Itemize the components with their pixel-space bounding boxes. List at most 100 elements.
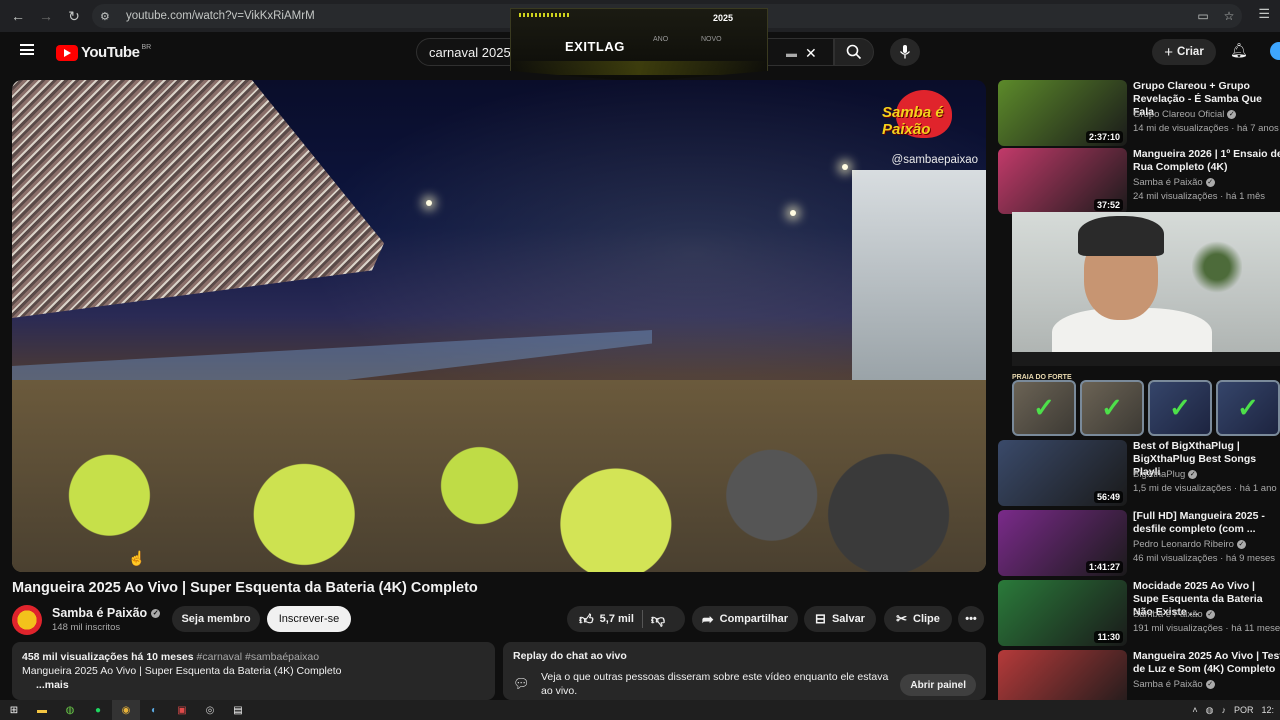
tray-chevron-icon[interactable]: ˄	[1192, 705, 1197, 715]
recommendation-item[interactable]: 2:37:10 Grupo Clareou + Grupo Revelação -…	[998, 80, 1280, 146]
steam-icon[interactable]: ◐	[140, 700, 168, 720]
verified-badge-icon: ✓	[151, 608, 161, 618]
recommendation-meta: 1,5 mi de visualizações · há 1 ano	[1133, 483, 1277, 494]
channel-name[interactable]: Samba é Paixão	[52, 606, 147, 620]
banner-word-left: ANO	[653, 36, 669, 43]
recommendation-channel[interactable]: Samba é Paixão ✓	[1133, 177, 1215, 188]
plus-icon: +	[1164, 43, 1173, 61]
banner-word-right: NOVO	[701, 36, 722, 43]
video-thumbnail[interactable]: 37:52	[998, 148, 1127, 214]
chrome-icon[interactable]: ◉	[112, 700, 140, 720]
recommendation-title[interactable]: Mangueira 2026 | 1º Ensaio de Rua Comple…	[1133, 148, 1280, 174]
video-thumbnail[interactable]: 11:30	[998, 580, 1127, 646]
more-actions-button[interactable]: •••	[958, 606, 984, 632]
recommendation-item[interactable]: 1:41:27 [Full HD] Mangueira 2025 - desfil…	[998, 510, 1280, 576]
recommendation-title[interactable]: Mangueira 2025 Ao Vivo | Test de Luz e S…	[1133, 650, 1280, 676]
plant	[1192, 232, 1242, 302]
video-thumbnail[interactable]: 56:49	[998, 440, 1127, 506]
stadium-light	[426, 200, 432, 206]
forward-icon[interactable]: →	[32, 2, 60, 30]
app-icon[interactable]: ▣	[168, 700, 196, 720]
youtube-logo[interactable]: YouTube BR	[56, 44, 151, 61]
recommendation-channel[interactable]: Pedro Leonardo Ribeiro ✓	[1133, 539, 1246, 550]
language-indicator[interactable]: POR	[1234, 705, 1254, 715]
cast-icon[interactable]: ▭	[1190, 9, 1216, 23]
share-button[interactable]: ➦ Compartilhar	[692, 606, 798, 632]
clock[interactable]: 12:	[1261, 705, 1274, 715]
duration-badge: 11:30	[1094, 631, 1123, 643]
search-button[interactable]	[834, 38, 874, 66]
show-more-link[interactable]: ...mais	[22, 678, 485, 692]
logo-country: BR	[141, 44, 152, 51]
site-settings-icon[interactable]: ⚙	[100, 8, 116, 24]
back-icon[interactable]: ←	[4, 2, 32, 30]
thumbs-down-icon[interactable]: 👎︎	[651, 611, 665, 628]
windows-taskbar: ⊞ ▬ ◍ ● ◉ ◐ ▣ ◎ ▤ ˄ ◍ ♪ POR 12:	[0, 700, 1280, 720]
video-thumbnail[interactable]: 2:37:10	[998, 80, 1127, 146]
reload-icon[interactable]: ↻	[60, 2, 88, 30]
chat-icon: 💬︎	[513, 676, 530, 691]
voice-search-button[interactable]	[890, 38, 920, 66]
verified-badge-icon: ✓	[1227, 110, 1237, 119]
channel-name: Pedro Leonardo Ribeiro	[1133, 539, 1234, 550]
spotify-icon[interactable]: ●	[84, 700, 112, 720]
channel-avatar[interactable]	[12, 605, 42, 635]
banner-glow	[511, 61, 767, 75]
scissors-icon: ✂	[896, 611, 907, 626]
clip-button[interactable]: ✂ Clipe	[884, 606, 952, 632]
recommendation-channel[interactable]: Samba é Paixão ✓	[1133, 609, 1215, 620]
like-count: 5,7 mil	[599, 613, 634, 625]
search-icon	[846, 44, 862, 60]
url-text: youtube.com/watch?v=VikKxRiAMrM	[126, 10, 315, 22]
create-button[interactable]: + Criar	[1152, 39, 1216, 65]
notifications-bell-icon[interactable]: 🔔︎	[1230, 42, 1248, 59]
description-text: Mangueira 2025 Ao Vivo | Super Esquenta …	[22, 665, 342, 677]
recommendation-title[interactable]: [Full HD] Mangueira 2025 - desfile compl…	[1133, 510, 1280, 536]
hashtags[interactable]: #carnaval #sambaépaixao	[197, 651, 320, 663]
recommendation-meta: 46 mil visualizações · há 9 meses	[1133, 553, 1276, 564]
bookmark-star-icon[interactable]: ☆	[1216, 9, 1242, 23]
channel-name-row[interactable]: Samba é Paixão ✓	[52, 606, 161, 620]
duration-badge: 56:49	[1093, 491, 1123, 503]
webcam-frame-bar	[1012, 352, 1280, 366]
xbox-icon[interactable]: ◍	[56, 700, 84, 720]
video-thumbnail[interactable]: 1:41:27	[998, 510, 1127, 576]
video-player[interactable]: Samba é Paixão @sambaepaixao ☝	[12, 80, 986, 572]
volume-icon[interactable]: ♪	[1221, 705, 1226, 715]
clear-search-icon[interactable]: ✕	[805, 45, 817, 62]
file-explorer-icon[interactable]: ▬	[28, 700, 56, 720]
logo-text: YouTube	[81, 44, 140, 61]
recommendation-item[interactable]: 37:52 Mangueira 2026 | 1º Ensaio de Rua C…	[998, 148, 1280, 214]
browser-menu-icon[interactable]: ☰	[1258, 6, 1270, 22]
open-panel-button[interactable]: Abrir painel	[900, 674, 976, 696]
subscribe-button[interactable]: Inscrever-se	[267, 606, 351, 632]
obs-icon[interactable]: ◎	[196, 700, 224, 720]
network-icon[interactable]: ◍	[1206, 705, 1214, 716]
app-icon[interactable]: ▤	[224, 700, 252, 720]
keyboard-icon[interactable]: ▬	[786, 48, 797, 60]
like-dislike-group: 👍︎ 5,7 mil 👎︎	[567, 606, 685, 632]
subscribe-label: Inscrever-se	[278, 613, 340, 625]
stadium-light	[842, 164, 848, 170]
guide-menu-icon[interactable]	[20, 44, 34, 55]
recommendation-channel[interactable]: Grupo Clareou Oficial ✓	[1133, 109, 1237, 120]
game-tile: ✓	[1012, 380, 1076, 436]
recommendation-channel[interactable]: Samba é Paixão ✓	[1133, 679, 1215, 690]
checkmark-icon: ✓	[1101, 392, 1123, 423]
recommendation-item[interactable]: 11:30 Mocidade 2025 Ao Vivo | Supe Esquen…	[998, 580, 1280, 646]
thumbs-up-icon: 👍︎	[579, 610, 594, 627]
description-box[interactable]: 458 mil visualizações há 10 meses #carna…	[12, 642, 495, 700]
save-button[interactable]: ⊟ Salvar	[804, 606, 876, 632]
join-button[interactable]: Seja membro	[172, 606, 260, 632]
like-button[interactable]: 👍︎ 5,7 mil	[567, 611, 634, 628]
watermark-text: Samba é Paixão	[882, 104, 944, 138]
duration-badge: 1:41:27	[1085, 561, 1123, 573]
recommendation-item[interactable]: 56:49 Best of BigXthaPlug | BigXthaPlug B…	[998, 440, 1280, 506]
description-stats-row: 458 mil visualizações há 10 meses #carna…	[22, 650, 485, 664]
windows-start-icon[interactable]: ⊞	[0, 700, 28, 720]
game-tile: ✓	[1080, 380, 1144, 436]
channel-name: BigXthaPlug	[1133, 469, 1186, 480]
recommendation-channel[interactable]: BigXthaPlug ✓	[1133, 469, 1198, 480]
subscriber-count: 148 mil inscritos	[52, 622, 121, 633]
banner-decor-line	[519, 13, 569, 17]
